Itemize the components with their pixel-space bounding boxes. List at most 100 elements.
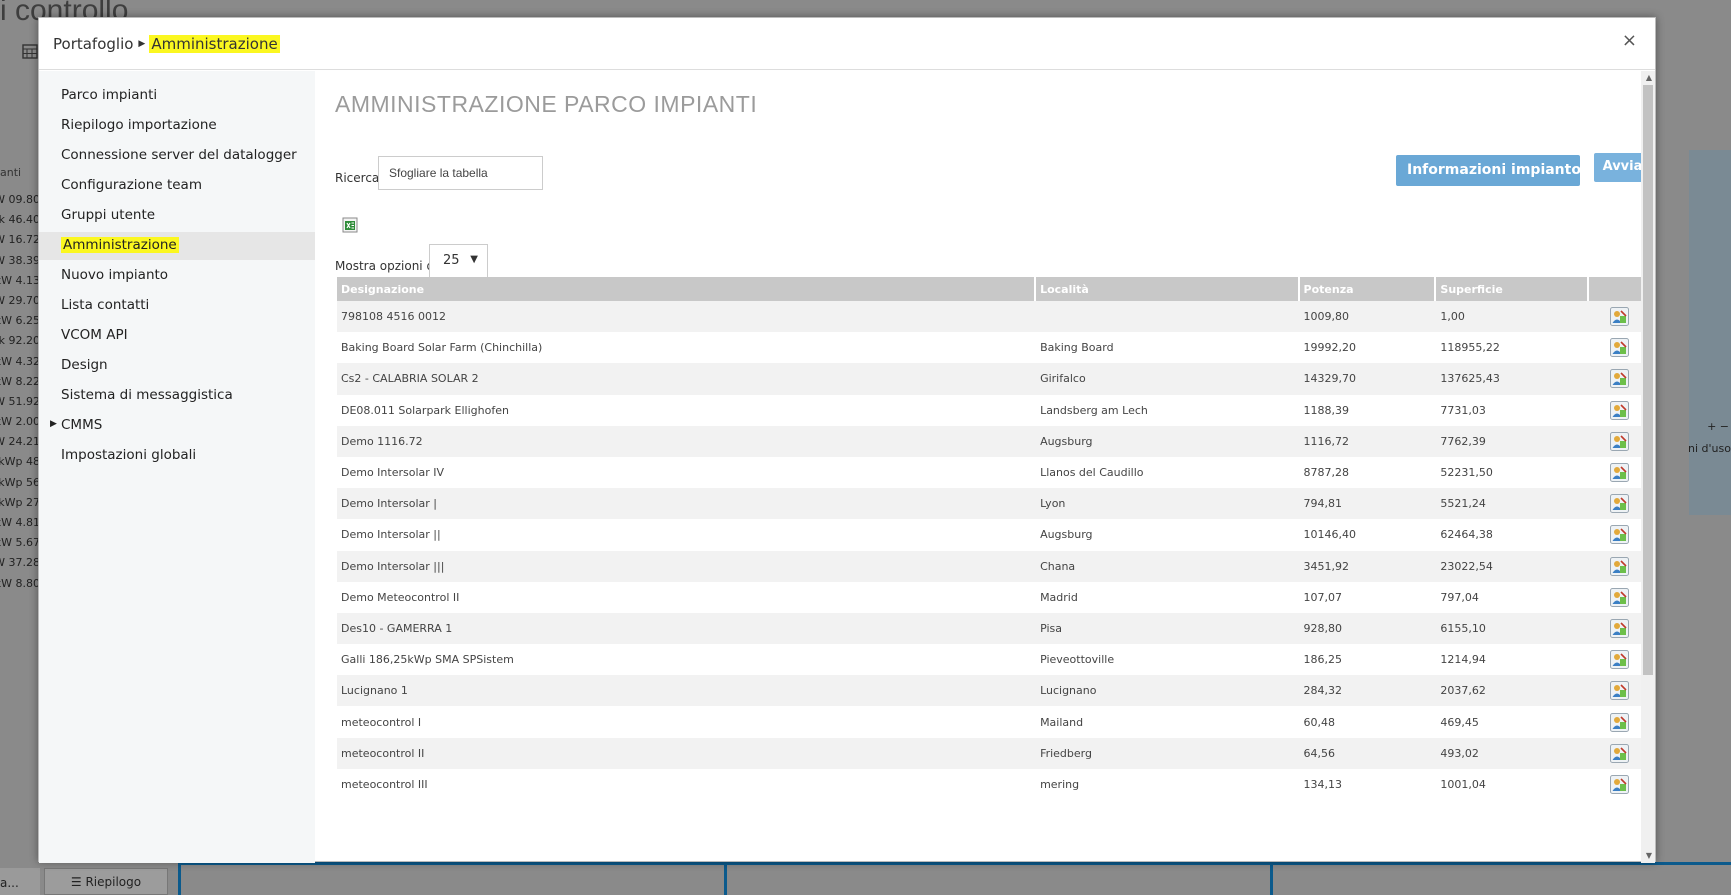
sidebar-item-connessione-server[interactable]: Connessione server del datalogger <box>39 142 315 170</box>
sidebar-item-nuovo-impianto[interactable]: Nuovo impianto <box>39 262 315 290</box>
table-row[interactable]: meteocontrol III mering 134,13 1001,04 <box>337 768 1651 800</box>
table-row[interactable]: Cs2 - CALABRIA SOLAR 2 Girifalco 14329,70 1… <box>337 363 1651 395</box>
sidebar-item-configurazione-team[interactable]: Configurazione team <box>39 172 315 200</box>
cell-superficie: 118955,22 <box>1435 332 1589 364</box>
cell-localita: Friedberg <box>1035 737 1299 769</box>
background-value: 4.81 kW <box>0 516 40 529</box>
background-value: 51.92 kW <box>0 394 40 408</box>
edit-plant-icon[interactable] <box>1610 743 1630 763</box>
background-value: 24.21 kW <box>0 435 40 449</box>
edit-plant-icon[interactable] <box>1610 369 1630 389</box>
sidebar-item-riepilogo-importazione[interactable]: Riepilogo importazione <box>39 112 315 140</box>
cell-designazione: Galli 186,25kWp SMA SPSistem <box>337 644 1036 676</box>
page-size-select[interactable]: 25 ▼ <box>429 244 488 279</box>
cell-superficie: 23022,54 <box>1435 550 1589 582</box>
table-row[interactable]: Demo Meteocontrol II Madrid 107,07 797,04 <box>337 581 1651 613</box>
edit-plant-icon[interactable] <box>1610 681 1630 701</box>
cell-designazione: Demo Intersolar | <box>337 488 1036 520</box>
cell-potenza: 1116,72 <box>1298 425 1436 457</box>
edit-plant-icon[interactable] <box>1610 400 1630 420</box>
edit-plant-icon[interactable] <box>1610 587 1630 607</box>
close-button[interactable]: × <box>1622 30 1637 51</box>
table-row[interactable]: Galli 186,25kWp SMA SPSistem Pieveottovil… <box>337 644 1651 676</box>
table-row[interactable]: 798108 4516 0012 1009,80 1,00 <box>337 301 1651 333</box>
edit-plant-icon[interactable] <box>1610 338 1630 358</box>
sidebar-item-design[interactable]: Design <box>39 352 315 380</box>
cell-designazione: DE08.011 Solarpark Ellighofen <box>337 394 1036 426</box>
edit-plant-icon[interactable] <box>1610 618 1630 638</box>
sidebar-item-impostazioni-globali[interactable]: Impostazioni globali <box>39 442 315 470</box>
calendar-icon[interactable] <box>22 43 38 63</box>
page-title: AMMINISTRAZIONE PARCO IMPIANTI <box>335 91 758 117</box>
table-row[interactable]: meteocontrol II Friedberg 64,56 493,02 <box>337 737 1651 769</box>
cell-superficie: 137625,43 <box>1435 363 1589 395</box>
background-tab-riepilogo[interactable]: ☰ Riepilogo <box>44 868 168 895</box>
edit-plant-icon[interactable] <box>1610 556 1630 576</box>
cell-localita: Baking Board <box>1035 332 1299 364</box>
edit-plant-icon[interactable] <box>1610 463 1630 483</box>
cell-designazione: Des10 - GAMERRA 1 <box>337 612 1036 645</box>
sidebar-item-gruppi-utente[interactable]: Gruppi utente <box>39 202 315 230</box>
cell-designazione: Demo 1116.72 <box>337 425 1036 457</box>
table-row[interactable]: Demo Intersolar | Lyon 794,81 5521,24 <box>337 488 1651 520</box>
edit-plant-icon[interactable] <box>1610 307 1630 327</box>
search-input[interactable] <box>378 156 543 190</box>
sidebar-item-label: Configurazione team <box>61 177 202 193</box>
table-row[interactable]: Demo 1116.72 Augsburg 1116,72 7762,39 <box>337 425 1651 457</box>
scrollbar[interactable]: ▲ ▼ <box>1641 71 1655 863</box>
cell-localita: Mailand <box>1035 706 1299 738</box>
table-row[interactable]: Demo Intersolar IV Llanos del Caudillo 878… <box>337 456 1651 489</box>
cell-potenza: 10146,40 <box>1298 519 1436 551</box>
excel-export-icon[interactable] <box>342 217 358 233</box>
background-value: 27 kWp <box>0 495 40 509</box>
background-value: 2.00 kW <box>0 415 40 429</box>
breadcrumb-root[interactable]: Portafoglio <box>53 35 133 53</box>
edit-plant-icon[interactable] <box>1610 525 1630 545</box>
background-value-list: 09.80 kW 46.40 k 16.72 kW 38.39 kW 4.13 kW 29… <box>0 193 40 597</box>
table-row[interactable]: meteocontrol I Mailand 60,48 469,45 <box>337 706 1651 738</box>
sidebar-item-sistema-messaggistica[interactable]: Sistema di messaggistica <box>39 382 315 410</box>
background-value: 4.32 kW <box>0 354 40 368</box>
background-tab-left[interactable]: a... <box>0 868 40 895</box>
cell-localita: Lucignano <box>1035 675 1299 707</box>
edit-plant-icon[interactable] <box>1610 650 1630 670</box>
scroll-up-icon[interactable]: ▲ <box>1646 73 1652 82</box>
cell-localita: Lyon <box>1035 488 1299 520</box>
sidebar-item-label: Gruppi utente <box>61 207 156 223</box>
column-header-potenza[interactable]: Potenza <box>1298 277 1437 301</box>
background-value: 46.40 k <box>0 213 40 227</box>
map-zoom-controls[interactable]: + − <box>1707 420 1729 433</box>
edit-plant-icon[interactable] <box>1610 774 1630 794</box>
edit-plant-icon[interactable] <box>1610 712 1630 732</box>
sidebar-item-label: VCOM API <box>61 327 128 343</box>
table-row[interactable]: Lucignano 1 Lucignano 284,32 2037,62 <box>337 675 1651 707</box>
plant-info-dropdown-button[interactable]: Informazioni impianto ▼ <box>1396 155 1595 186</box>
sidebar-item-cmms[interactable]: ▶ CMMS <box>39 412 315 440</box>
column-header-designazione[interactable]: Designazione <box>337 277 1037 301</box>
cell-potenza: 186,25 <box>1298 644 1436 676</box>
table-row[interactable]: Baking Board Solar Farm (Chinchilla) Baki… <box>337 332 1651 364</box>
cell-superficie: 5521,24 <box>1435 488 1589 520</box>
cell-potenza: 19992,20 <box>1298 332 1436 364</box>
scrollbar-thumb[interactable] <box>1643 85 1653 675</box>
sidebar-item-lista-contatti[interactable]: Lista contatti <box>39 292 315 320</box>
cell-superficie: 1001,04 <box>1435 768 1589 800</box>
sidebar-item-vcom-api[interactable]: VCOM API <box>39 322 315 350</box>
edit-plant-icon[interactable] <box>1610 431 1630 451</box>
edit-plant-icon[interactable] <box>1610 494 1630 514</box>
table-row[interactable]: Demo Intersolar || Augsburg 10146,40 62464,… <box>337 519 1651 551</box>
background-value: 38.39 kW <box>0 253 40 267</box>
sidebar-item-label: Lista contatti <box>61 297 150 313</box>
background-value: 8.80 kW <box>0 576 40 590</box>
map-terms-link[interactable]: ni d'uso <box>1688 442 1731 455</box>
table-row[interactable]: Des10 - GAMERRA 1 Pisa 928,80 6155,10 <box>337 612 1651 645</box>
sidebar-item-amministrazione[interactable]: Amministrazione <box>39 232 315 260</box>
breadcrumb-current: Amministrazione <box>149 35 280 53</box>
column-header-localita[interactable]: Località <box>1035 277 1300 301</box>
scroll-down-icon[interactable]: ▼ <box>1646 851 1652 860</box>
table-row[interactable]: Demo Intersolar ||| Chana 3451,92 23022,54 <box>337 550 1651 582</box>
table-row[interactable]: DE08.011 Solarpark Ellighofen Landsberg a… <box>337 394 1651 426</box>
cell-designazione: 798108 4516 0012 <box>337 301 1036 333</box>
column-header-superficie[interactable]: Superficie <box>1435 277 1590 301</box>
sidebar-item-parco-impianti[interactable]: Parco impianti <box>39 82 315 110</box>
